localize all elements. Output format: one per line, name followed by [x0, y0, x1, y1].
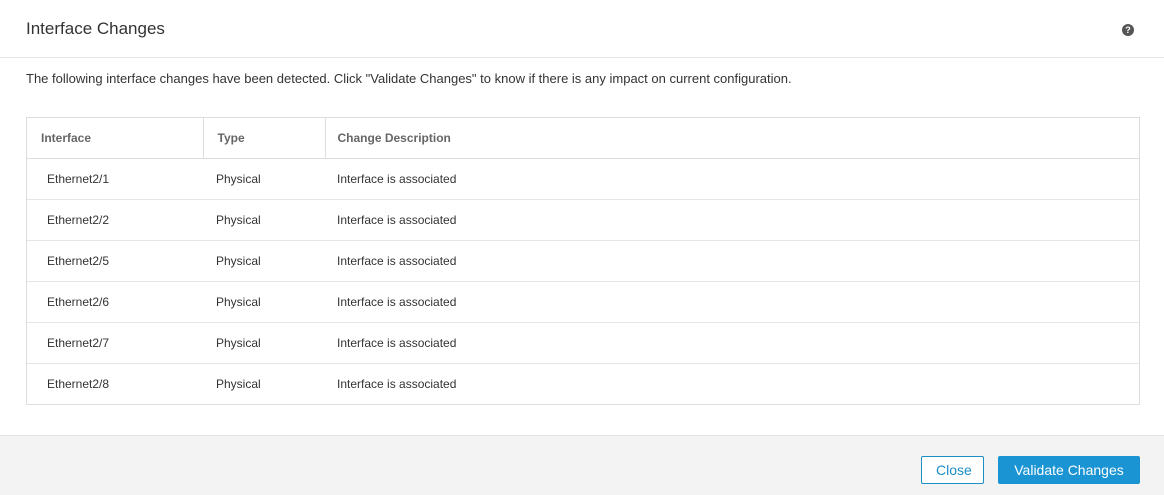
cell-change-description: Interface is associated	[337, 376, 457, 391]
column-header-change-description: Change Description	[325, 118, 1139, 159]
cell-interface: Ethernet2/7	[27, 322, 203, 364]
table-row: Ethernet2/8 Physical Interface is associ…	[27, 363, 1139, 404]
cell-change-description: Interface is associated	[325, 158, 1139, 200]
table-row: Ethernet2/1 Physical Interface is associ…	[27, 158, 1139, 200]
dialog-footer: Close Validate Changes	[0, 435, 1164, 495]
dialog-title: Interface Changes	[26, 19, 165, 38]
table-row: Ethernet2/2 Physical Interface is associ…	[27, 199, 1139, 241]
cell-interface: Ethernet2/6	[27, 281, 203, 323]
cell-change-description: Interface is associated	[325, 199, 1139, 241]
close-button[interactable]: Close	[921, 456, 984, 484]
cell-type: Physical	[203, 240, 325, 282]
column-header-interface: Interface	[27, 118, 204, 159]
interface-changes-table: Interface Type Change Description Ethern…	[26, 117, 1140, 405]
cell-type: Physical	[203, 199, 325, 241]
help-icon[interactable]: ?	[1122, 24, 1134, 36]
cell-type: Physical	[203, 322, 325, 364]
interface-changes-dialog: Interface Changes ? The following interf…	[0, 0, 1164, 495]
table-header-row: Interface Type Change Description	[27, 118, 1139, 159]
cell-type: Physical	[203, 281, 325, 323]
cell-type: Physical	[216, 376, 261, 391]
cell-interface: Ethernet2/2	[27, 199, 203, 241]
cell-interface: Ethernet2/5	[27, 240, 203, 282]
cell-interface: Ethernet2/8	[47, 376, 110, 391]
validate-changes-button[interactable]: Validate Changes	[998, 456, 1140, 484]
cell-interface: Ethernet2/1	[27, 158, 203, 200]
dialog-header: Interface Changes ?	[0, 0, 1164, 58]
column-header-type: Type	[203, 118, 326, 159]
table-row: Ethernet2/7 Physical Interface is associ…	[27, 322, 1139, 364]
table-row: Ethernet2/6 Physical Interface is associ…	[27, 281, 1139, 323]
cell-change-description: Interface is associated	[325, 322, 1139, 364]
cell-type: Physical	[203, 158, 325, 200]
dialog-description: The following interface changes have bee…	[26, 71, 792, 86]
cell-change-description: Interface is associated	[325, 240, 1139, 282]
table-row: Ethernet2/5 Physical Interface is associ…	[27, 240, 1139, 282]
cell-change-description: Interface is associated	[325, 281, 1139, 323]
